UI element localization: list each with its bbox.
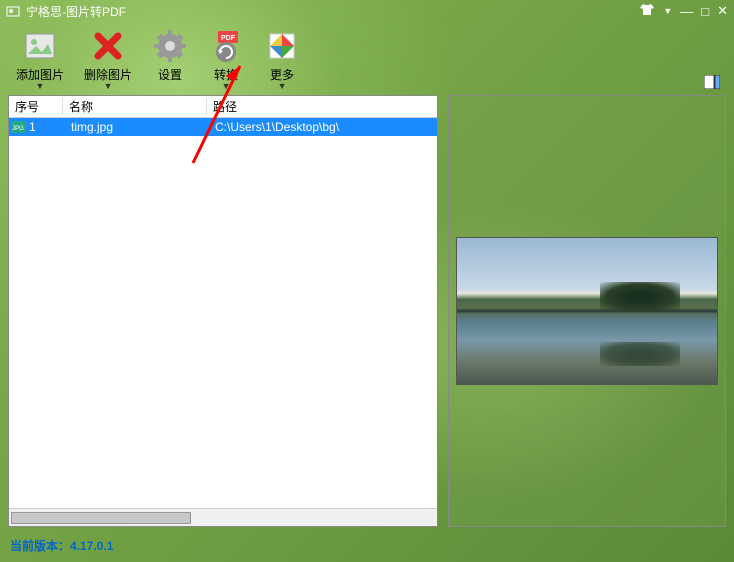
- list-row[interactable]: JPG 1 timg.jpg C:\Users\1\Desktop\bg\: [9, 118, 437, 136]
- add-image-icon: [22, 28, 58, 64]
- convert-pdf-icon: PDF: [208, 28, 244, 64]
- dropdown-arrow-icon: ▼: [278, 81, 287, 91]
- cell-number: 1: [27, 120, 65, 134]
- cell-name: timg.jpg: [65, 120, 209, 134]
- horizontal-scrollbar[interactable]: [9, 508, 437, 526]
- scrollbar-thumb[interactable]: [11, 512, 191, 524]
- window-controls: ▼ — □ ✕: [639, 3, 728, 20]
- cell-path: C:\Users\1\Desktop\bg\: [209, 120, 437, 134]
- more-button[interactable]: 更多 ▼: [264, 28, 300, 91]
- dropdown-arrow-icon: ▼: [36, 81, 45, 91]
- gear-icon: [152, 28, 188, 64]
- add-image-button[interactable]: 添加图片 ▼: [16, 28, 64, 91]
- column-header-path[interactable]: 路径: [207, 98, 437, 115]
- dropdown-icon[interactable]: ▼: [663, 6, 672, 16]
- column-header-name[interactable]: 名称: [63, 98, 207, 115]
- titlebar: 宁格思-图片转PDF ▼ — □ ✕: [0, 0, 734, 22]
- dropdown-arrow-icon: ▼: [222, 81, 231, 91]
- app-title: 宁格思-图片转PDF: [26, 3, 126, 20]
- convert-button[interactable]: PDF 转换 ▼: [208, 28, 244, 91]
- status-bar: 当前版本：4.17.0.1: [0, 535, 734, 556]
- list-header: 序号 名称 路径: [9, 96, 437, 118]
- preview-image: [456, 237, 718, 385]
- content-area: 序号 名称 路径 JPG 1 timg.jpg C:\Users\1\Deskt…: [0, 95, 734, 535]
- minimize-button[interactable]: —: [680, 4, 693, 19]
- maximize-button[interactable]: □: [701, 4, 709, 19]
- list-body[interactable]: JPG 1 timg.jpg C:\Users\1\Desktop\bg\: [9, 118, 437, 508]
- panel-toggle-button[interactable]: [704, 75, 720, 89]
- app-icon: [6, 4, 20, 18]
- version-text: 当前版本：4.17.0.1: [10, 539, 113, 553]
- more-icon: [264, 28, 300, 64]
- delete-icon: [90, 28, 126, 64]
- settings-label: 设置: [158, 66, 182, 83]
- close-button[interactable]: ✕: [717, 3, 728, 19]
- dropdown-arrow-icon: ▼: [104, 81, 113, 91]
- delete-image-button[interactable]: 删除图片 ▼: [84, 28, 132, 91]
- jpg-file-icon: JPG: [11, 121, 25, 133]
- settings-button[interactable]: 设置: [152, 28, 188, 91]
- preview-panel: [448, 95, 726, 527]
- tshirt-icon[interactable]: [639, 3, 655, 20]
- file-list-panel: 序号 名称 路径 JPG 1 timg.jpg C:\Users\1\Deskt…: [8, 95, 438, 527]
- svg-text:PDF: PDF: [221, 35, 236, 42]
- column-header-number[interactable]: 序号: [9, 98, 63, 115]
- toolbar: 添加图片 ▼ 删除图片 ▼ 设置 PDF 转换 ▼ 更多 ▼: [0, 22, 734, 95]
- svg-text:JPG: JPG: [12, 126, 24, 132]
